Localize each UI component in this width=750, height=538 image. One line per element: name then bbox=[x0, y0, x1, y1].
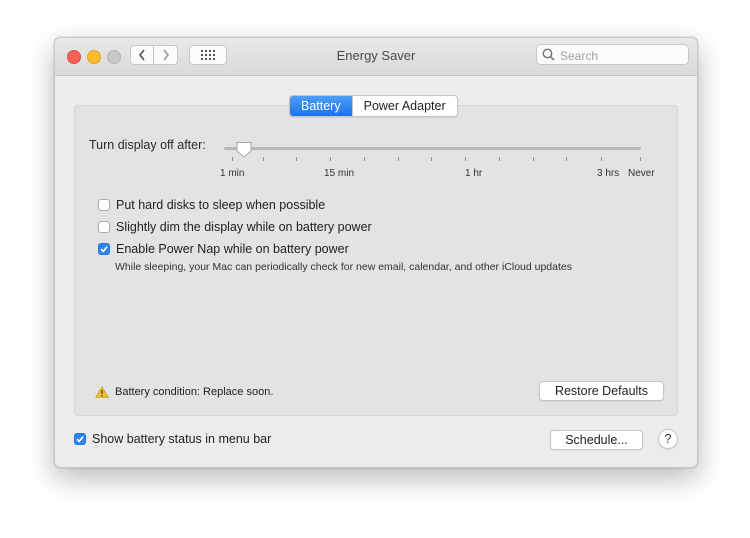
slider-tick bbox=[640, 157, 641, 161]
slider-tick bbox=[465, 157, 466, 161]
slider-tick bbox=[296, 157, 297, 161]
help-button[interactable]: ? bbox=[658, 429, 678, 449]
battery-condition: Battery condition: Replace soon. bbox=[95, 386, 273, 398]
tick-label-1-hr: 1 hr bbox=[465, 168, 483, 179]
search-icon bbox=[542, 48, 555, 61]
restore-defaults-button[interactable]: Restore Defaults bbox=[539, 381, 664, 401]
power-nap-label: Enable Power Nap while on battery power bbox=[116, 242, 349, 256]
power-nap-option[interactable]: Enable Power Nap while on battery power bbox=[98, 242, 349, 256]
tick-label-3-hrs: 3 hrs bbox=[597, 168, 620, 179]
battery-condition-text: Battery condition: Replace soon. bbox=[115, 386, 274, 398]
display-off-slider-thumb[interactable] bbox=[235, 141, 253, 159]
tab-power-adapter[interactable]: Power Adapter bbox=[351, 96, 457, 116]
title-bar: Energy Saver bbox=[55, 38, 697, 76]
slider-tick bbox=[398, 157, 399, 161]
dim-display-checkbox[interactable] bbox=[98, 221, 110, 233]
slider-tick bbox=[263, 157, 264, 161]
display-off-label: Turn display off after: bbox=[89, 138, 206, 152]
tick-label-15-min: 15 min bbox=[324, 168, 355, 179]
dim-display-option[interactable]: Slightly dim the display while on batter… bbox=[98, 220, 372, 234]
slider-tick bbox=[499, 157, 500, 161]
slider-tick bbox=[232, 157, 233, 161]
dim-display-label: Slightly dim the display while on batter… bbox=[116, 220, 372, 234]
checkmark-icon bbox=[76, 436, 84, 443]
energy-saver-window: Energy Saver Battery Power Adapter Turn … bbox=[54, 37, 698, 468]
show-battery-status-label: Show battery status in menu bar bbox=[92, 432, 272, 446]
schedule-button[interactable]: Schedule... bbox=[550, 430, 643, 450]
slider-tick bbox=[364, 157, 365, 161]
warning-icon bbox=[95, 386, 109, 398]
slider-tick bbox=[330, 157, 331, 161]
power-nap-description: While sleeping, your Mac can periodicall… bbox=[115, 261, 572, 273]
hard-disk-sleep-label: Put hard disks to sleep when possible bbox=[116, 198, 326, 212]
power-nap-checkbox[interactable] bbox=[98, 243, 110, 255]
slider-tick bbox=[566, 157, 567, 161]
tab-battery[interactable]: Battery bbox=[290, 96, 352, 116]
slider-tick bbox=[533, 157, 534, 161]
tick-label-1-min: 1 min bbox=[220, 168, 245, 179]
show-battery-status-option[interactable]: Show battery status in menu bar bbox=[74, 432, 271, 446]
hard-disk-sleep-checkbox[interactable] bbox=[98, 199, 110, 211]
slider-tick bbox=[431, 157, 432, 161]
show-battery-status-checkbox[interactable] bbox=[74, 433, 86, 445]
search-field[interactable] bbox=[536, 44, 689, 65]
tab-selector: Battery Power Adapter bbox=[289, 95, 458, 117]
tick-label-never: Never bbox=[628, 168, 655, 179]
display-off-slider-track[interactable] bbox=[224, 147, 641, 150]
slider-tick bbox=[601, 157, 602, 161]
checkmark-icon bbox=[100, 246, 108, 253]
search-input[interactable] bbox=[558, 46, 687, 65]
hard-disk-sleep-option[interactable]: Put hard disks to sleep when possible bbox=[98, 198, 325, 212]
